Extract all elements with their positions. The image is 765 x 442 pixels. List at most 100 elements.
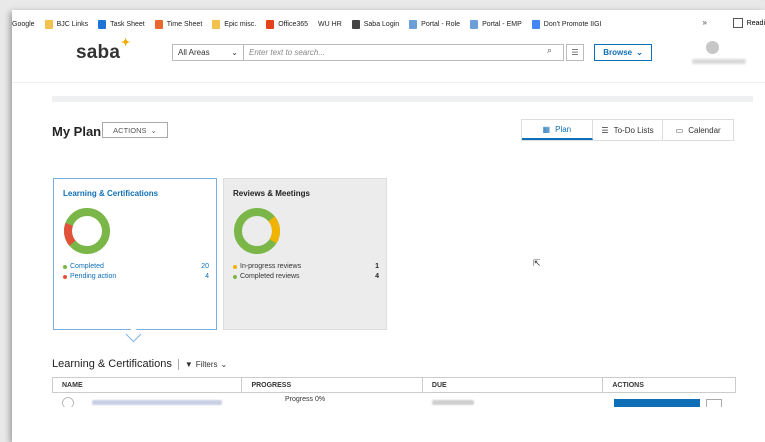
view-tabs: ▦ Plan ☰ To-Do Lists ▭ Calendar bbox=[521, 119, 734, 141]
bookmark-label: Portal - Role bbox=[421, 20, 461, 28]
filters-label: Filters bbox=[195, 359, 218, 369]
tab-label: Plan bbox=[555, 124, 572, 134]
actions-button[interactable]: ACTIONS ⌄ bbox=[102, 122, 168, 138]
learning-legend: Completed 20 Pending action 4 bbox=[63, 263, 209, 283]
bookmark-item[interactable]: Task Sheet bbox=[98, 19, 145, 29]
filters-button[interactable]: ▼ Filters ⌄ bbox=[185, 360, 227, 369]
donut-segment-completed bbox=[234, 208, 280, 254]
search-icon[interactable]: ⌕ bbox=[547, 45, 552, 56]
table-header: NAME PROGRESS DUE ACTIONS bbox=[52, 377, 736, 393]
donut-segment-completed bbox=[64, 208, 110, 254]
card-title: Learning & Certifications bbox=[63, 189, 159, 198]
clock-icon bbox=[154, 19, 163, 29]
tab-plan[interactable]: ▦ Plan bbox=[522, 120, 593, 140]
completed-dot-icon bbox=[233, 274, 237, 279]
reading-list-button[interactable]: Readi bbox=[732, 18, 765, 28]
sliders-icon: ☰ bbox=[571, 48, 579, 57]
bookmark-item[interactable]: Portal - EMP bbox=[470, 19, 522, 29]
tab-label: Calendar bbox=[688, 125, 721, 135]
course-icon bbox=[62, 397, 74, 407]
list-icon: ☰ bbox=[601, 125, 609, 135]
bookmarks-overflow-button[interactable]: » bbox=[703, 18, 707, 27]
progress-text: Progress 0% bbox=[285, 396, 326, 403]
grid-icon: ▦ bbox=[542, 124, 551, 134]
legend-label: Completed reviews bbox=[240, 273, 300, 280]
doc-icon bbox=[470, 19, 479, 29]
bookmark-label: WU HR bbox=[318, 20, 342, 28]
chevron-down-icon: ⌄ bbox=[150, 125, 157, 135]
row-action-button[interactable] bbox=[614, 399, 700, 407]
column-header-name[interactable]: NAME bbox=[53, 378, 243, 392]
search-placeholder: Enter text to search... bbox=[249, 48, 326, 57]
bookmark-label: Don't Promote IIGI bbox=[543, 20, 602, 28]
legend-label: In-progress reviews bbox=[240, 263, 302, 270]
bookmark-label: BJC Links bbox=[56, 20, 89, 28]
legend-count: 1 bbox=[375, 263, 379, 270]
reading-list-label: Readi bbox=[746, 19, 765, 27]
bookmark-label: Saba Login bbox=[363, 20, 400, 28]
course-name-blurred[interactable] bbox=[92, 400, 222, 405]
bookmark-item[interactable]: Google bbox=[12, 21, 35, 28]
legend-count: 4 bbox=[205, 273, 209, 280]
search-scope-value: All Areas bbox=[178, 48, 210, 57]
bookmark-item[interactable]: Don't Promote IIGI bbox=[531, 19, 602, 29]
legend-label: Pending action bbox=[70, 273, 117, 280]
bookmark-item[interactable]: Epic misc. bbox=[212, 19, 257, 29]
globe-icon bbox=[351, 19, 360, 29]
column-header-progress[interactable]: PROGRESS bbox=[242, 378, 423, 392]
bookmark-item[interactable]: Portal - Role bbox=[409, 19, 461, 29]
card-title: Reviews & Meetings bbox=[233, 189, 310, 198]
mouse-cursor-icon: ⇱ bbox=[533, 258, 541, 268]
reviews-donut-chart bbox=[234, 208, 280, 254]
saba-logo[interactable]: saba ✦ bbox=[76, 37, 130, 64]
reading-list-icon bbox=[732, 18, 743, 28]
learning-certifications-card[interactable]: Learning & Certifications Completed 20 P… bbox=[53, 178, 217, 330]
bookmark-label: Time Sheet bbox=[166, 20, 203, 28]
doc-icon bbox=[409, 19, 418, 29]
legend-label: Completed bbox=[70, 263, 104, 270]
bookmark-label: Google bbox=[12, 20, 35, 28]
search-filter-button[interactable]: ☰ bbox=[566, 44, 584, 61]
bookmark-label: Epic misc. bbox=[224, 20, 257, 28]
bookmark-label: Portal - EMP bbox=[482, 20, 522, 28]
bookmark-item[interactable]: Saba Login bbox=[351, 19, 400, 29]
calendar-icon: ▭ bbox=[675, 125, 684, 135]
logo-star-icon: ✦ bbox=[121, 37, 131, 49]
funnel-icon: ▼ bbox=[184, 359, 193, 369]
tab-todo-lists[interactable]: ☰ To-Do Lists bbox=[593, 120, 664, 140]
legend-row-completed[interactable]: Completed 20 bbox=[63, 263, 209, 270]
tab-calendar[interactable]: ▭ Calendar bbox=[663, 120, 733, 140]
column-header-actions[interactable]: ACTIONS bbox=[603, 378, 735, 392]
chevron-down-icon: ⌄ bbox=[220, 359, 228, 369]
reviews-meetings-card[interactable]: Reviews & Meetings In-progress reviews 1… bbox=[223, 178, 387, 330]
divider bbox=[177, 358, 179, 370]
bookmarks-bar: Google BJC Links Task Sheet Time Sheet Epic … bbox=[12, 10, 765, 38]
bookmark-label: Task Sheet bbox=[110, 20, 145, 28]
row-more-button[interactable] bbox=[706, 399, 722, 407]
column-header-due[interactable]: DUE bbox=[423, 378, 604, 392]
c-icon bbox=[98, 19, 107, 29]
search-input[interactable]: Enter text to search... bbox=[244, 44, 564, 61]
bookmark-item[interactable]: WU HR bbox=[318, 21, 342, 28]
legend-count: 20 bbox=[201, 263, 209, 270]
chevron-down-icon: ⌄ bbox=[636, 48, 643, 57]
reviews-legend: In-progress reviews 1 Completed reviews … bbox=[233, 263, 379, 283]
due-date-blurred bbox=[432, 400, 474, 405]
search-scope-select[interactable]: All Areas ⌄ bbox=[172, 44, 244, 61]
section-header: Learning & Certifications ▼ Filters ⌄ bbox=[52, 358, 227, 370]
avatar[interactable] bbox=[706, 41, 719, 54]
bookmark-item[interactable]: Time Sheet bbox=[154, 19, 203, 29]
legend-row-pending[interactable]: Pending action 4 bbox=[63, 273, 209, 280]
bookmark-item[interactable]: BJC Links bbox=[44, 19, 89, 29]
table-row[interactable]: Progress 0% bbox=[52, 395, 736, 407]
folder-icon bbox=[212, 19, 221, 29]
legend-count: 4 bbox=[375, 273, 379, 280]
bookmark-item[interactable]: Office365 bbox=[266, 19, 309, 29]
google-g-icon bbox=[531, 19, 540, 29]
browse-button[interactable]: Browse ⌄ bbox=[594, 44, 652, 61]
actions-label: ACTIONS bbox=[113, 125, 147, 135]
legend-row-completed[interactable]: Completed reviews 4 bbox=[233, 273, 379, 280]
folder-icon bbox=[44, 19, 53, 29]
legend-row-in-progress[interactable]: In-progress reviews 1 bbox=[233, 263, 379, 270]
bookmark-label: Office365 bbox=[278, 20, 309, 28]
